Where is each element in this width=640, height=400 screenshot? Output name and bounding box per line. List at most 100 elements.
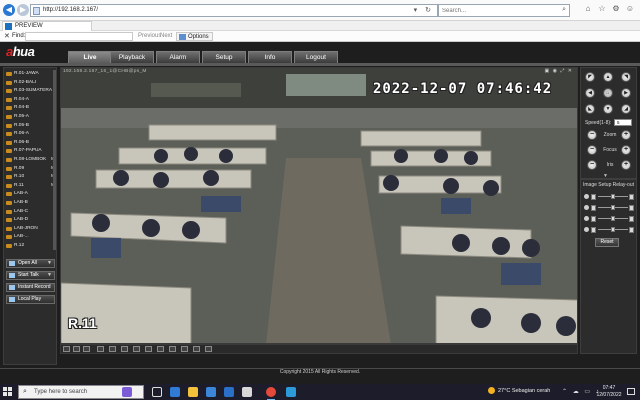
camera-item[interactable]: LAB-... <box>4 233 56 242</box>
browser-search-input[interactable] <box>442 6 552 16</box>
increase-arrow-icon[interactable] <box>629 205 634 211</box>
ptz-up-icon[interactable]: ▲ <box>603 72 613 82</box>
ptz-right-icon[interactable]: ▶ <box>621 88 631 98</box>
find-options-button[interactable]: Options <box>176 32 213 41</box>
chevron-down-icon[interactable]: ▼ <box>47 272 52 279</box>
image-setup-tab[interactable]: Image Setup <box>583 182 611 188</box>
ptz-left-icon[interactable]: ◀ <box>585 88 595 98</box>
camera-item[interactable]: R.08-LOMBOKM <box>4 156 56 165</box>
brightness-slider[interactable] <box>584 193 636 201</box>
find-previous-button[interactable]: Previous <box>138 33 161 39</box>
slider-knob[interactable] <box>611 205 615 210</box>
slider-knob[interactable] <box>611 216 615 221</box>
weather-widget[interactable]: 27°C Sebagian cerah <box>488 387 550 394</box>
zoom-in-button[interactable]: + <box>621 130 631 140</box>
ptz-home-icon[interactable]: ⌂ <box>603 88 613 98</box>
camera-item[interactable]: R.02-BALI <box>4 79 56 88</box>
layout-4-icon[interactable] <box>73 346 80 352</box>
camera-item[interactable]: R.04-A <box>4 96 56 105</box>
tab-setup[interactable]: Setup <box>202 51 246 63</box>
camera-item[interactable]: R.09M <box>4 165 56 174</box>
file-explorer-icon[interactable] <box>188 387 198 397</box>
iris-minus-button[interactable]: − <box>587 160 597 170</box>
local-play-button[interactable]: Local Play <box>6 295 55 304</box>
relay-out-tab[interactable]: Relay-out <box>613 182 634 188</box>
settings-gear-icon[interactable]: ⚙ <box>611 4 621 15</box>
layout-8-icon[interactable] <box>157 346 164 352</box>
layout-1-icon[interactable] <box>63 346 70 352</box>
decrease-arrow-icon[interactable] <box>591 227 596 233</box>
app-icon-7[interactable] <box>242 387 252 397</box>
ptz-down-right-icon[interactable]: ◢ <box>621 104 631 114</box>
camera-item[interactable]: LAB-A <box>4 190 56 199</box>
slider-knob[interactable] <box>611 227 615 232</box>
camera-item[interactable]: R.05-B <box>4 122 56 131</box>
notification-icon[interactable] <box>627 388 635 395</box>
layout-6-icon[interactable] <box>145 346 152 352</box>
reset-button[interactable]: Reset <box>595 238 619 247</box>
fullscreen-icon[interactable] <box>83 346 90 352</box>
focus-minus-button[interactable]: − <box>587 145 597 155</box>
contrast-slider[interactable] <box>584 204 636 212</box>
increase-arrow-icon[interactable] <box>629 216 634 222</box>
camera-item[interactable]: R.06-A <box>4 130 56 139</box>
decrease-arrow-icon[interactable] <box>591 216 596 222</box>
camera-item[interactable]: R.04-B <box>4 104 56 113</box>
layout-36-icon[interactable] <box>133 346 140 352</box>
chevron-down-icon[interactable]: ▼ <box>47 260 52 267</box>
slider-knob[interactable] <box>611 194 615 199</box>
layout-13-icon[interactable] <box>169 346 176 352</box>
browser-search-box[interactable]: ⌕ <box>438 4 570 17</box>
camera-item[interactable]: LAB-D <box>4 216 56 225</box>
camera-item[interactable]: R.05-A <box>4 113 56 122</box>
layout-16-icon[interactable] <box>109 346 116 352</box>
video-tools-icons[interactable]: ▣ ◉ ⤢ ✕ <box>545 68 573 74</box>
find-next-button[interactable]: Next <box>160 33 172 39</box>
zoom-out-button[interactable]: − <box>587 130 597 140</box>
layout-20-icon[interactable] <box>181 346 188 352</box>
saturation-slider[interactable] <box>584 215 636 223</box>
store-icon[interactable] <box>224 387 234 397</box>
home-icon[interactable]: ⌂ <box>583 4 593 15</box>
search-icon[interactable]: ⌕ <box>562 6 566 14</box>
decrease-arrow-icon[interactable] <box>591 205 596 211</box>
camera-item[interactable]: R.12 <box>4 242 56 251</box>
iris-plus-button[interactable]: + <box>621 160 631 170</box>
decrease-arrow-icon[interactable] <box>591 194 596 200</box>
live-video-view[interactable]: 192.168.2.167_16_1@CHB@ps_M ▣ ◉ ⤢ ✕ 2022… <box>60 67 578 344</box>
ptz-up-left-icon[interactable]: ◤ <box>585 72 595 82</box>
ptz-down-icon[interactable]: ▼ <box>603 104 613 114</box>
camera-item[interactable]: R.10M <box>4 173 56 182</box>
forward-button[interactable]: ▶ <box>17 4 29 16</box>
ptz-up-right-icon[interactable]: ◥ <box>621 72 631 82</box>
back-button[interactable]: ◀ <box>3 4 15 16</box>
task-view-icon[interactable] <box>152 387 162 397</box>
mail-icon[interactable] <box>206 387 216 397</box>
tab-alarm[interactable]: Alarm <box>156 51 200 63</box>
start-talk-button[interactable]: Start Talk ▼ <box>6 271 55 280</box>
increase-arrow-icon[interactable] <box>629 227 634 233</box>
taskbar-clock[interactable]: 07:47 12/07/2022 <box>594 385 624 399</box>
smiley-icon[interactable]: ☺ <box>625 4 635 15</box>
tab-info[interactable]: Info <box>248 51 292 63</box>
camera-item[interactable]: LAB-C <box>4 208 56 217</box>
camera-list-scrollbar[interactable] <box>53 70 56 250</box>
open-all-button[interactable]: Open All ▼ <box>6 259 55 268</box>
tab-preview[interactable]: PREVIEW <box>2 21 92 31</box>
instant-record-button[interactable]: Instant Record <box>6 283 55 292</box>
tab-live[interactable]: Live <box>68 51 112 63</box>
app-icon-1[interactable] <box>122 387 132 397</box>
url-field[interactable]: http://192.168.2.167/ ▾ ↻ <box>30 4 438 17</box>
speed-select[interactable]: 5 <box>614 119 632 126</box>
edge-icon[interactable] <box>170 387 180 397</box>
favorites-star-icon[interactable]: ☆ <box>597 4 607 15</box>
chrome-icon[interactable] <box>266 387 276 400</box>
tab-logout[interactable]: Logout <box>294 51 338 63</box>
ptz-down-left-icon[interactable]: ◣ <box>585 104 595 114</box>
focus-plus-button[interactable]: + <box>621 145 631 155</box>
camera-item[interactable]: R.06-B <box>4 139 56 148</box>
windows-start-icon[interactable] <box>3 387 13 397</box>
hue-slider[interactable] <box>584 226 636 234</box>
refresh-icon[interactable]: ▾ ↻ <box>414 6 434 14</box>
snapshot-icon[interactable] <box>205 346 212 352</box>
